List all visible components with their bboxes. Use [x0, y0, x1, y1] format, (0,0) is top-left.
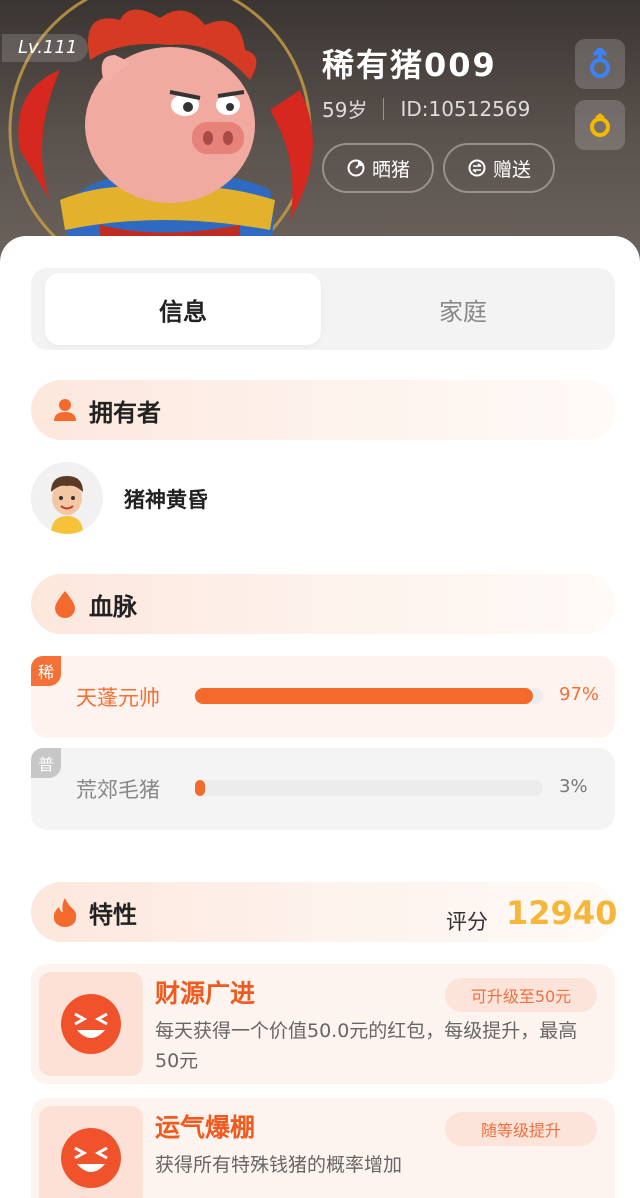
- tab-bar: 信息 家庭: [31, 268, 615, 350]
- tab-family[interactable]: 家庭: [325, 273, 601, 345]
- bloodline-progress-fill: [195, 688, 533, 704]
- divider: [383, 97, 385, 120]
- pig-name: 稀有猪009: [322, 46, 497, 84]
- show-pig-label: 晒猪: [371, 158, 410, 181]
- trait-name: 财源广进: [155, 979, 256, 1008]
- bloodline-progress: [195, 688, 543, 704]
- owner-avatar[interactable]: [31, 462, 103, 534]
- bloodline-section-header: 血脉: [31, 574, 615, 634]
- show-pig-button[interactable]: 晒猪: [322, 143, 434, 193]
- trait-description: 获得所有特殊钱猪的概率增加: [155, 1154, 403, 1176]
- bloodline-percent: 97%: [559, 684, 600, 705]
- trait-description: 每天获得一个价值50.0元的红包，每级提升，最高50元: [155, 1020, 578, 1072]
- bloodline-progress: [195, 780, 543, 796]
- pig-id: ID:10512569: [400, 96, 531, 121]
- gift-button[interactable]: 赠送: [443, 143, 555, 193]
- owner-section-header: 拥有者: [31, 380, 615, 440]
- laughing-face-icon: [61, 994, 121, 1054]
- traits-section-title: 特性: [89, 900, 137, 929]
- pig-age: 59岁: [322, 98, 368, 122]
- owner-name[interactable]: 猪神黄昏: [124, 484, 208, 514]
- ring-icon: [590, 113, 610, 137]
- rarity-tag: 稀: [31, 656, 61, 686]
- pig-detail-sheet: 信息 家庭 拥有者 猪神黄昏 血脉 稀 天蓬元帅 97% 普 荒郊毛猪 3% 特…: [0, 236, 640, 1198]
- owner-section-title: 拥有者: [89, 398, 161, 427]
- score-value: 12940: [506, 894, 618, 932]
- bloodline-percent: 3%: [559, 776, 588, 797]
- person-icon: [51, 396, 79, 424]
- gender-button[interactable]: [575, 39, 625, 89]
- trait-card[interactable]: 财源广进 可升级至50元 每天获得一个价值50.0元的红包，每级提升，最高50元: [31, 964, 615, 1084]
- laughing-face-icon: [61, 1128, 121, 1188]
- pig-meta: 59岁 ID:10512569: [322, 94, 530, 123]
- drop-icon: [51, 590, 79, 618]
- gift-label: 赠送: [492, 158, 531, 181]
- pig-header: Lv.111 稀有猪009 59岁 ID:10512569 晒猪 赠送: [0, 0, 640, 260]
- score-label: 评分: [446, 910, 488, 934]
- trait-badge: 随等级提升: [445, 1112, 597, 1146]
- trait-thumbnail: [39, 1106, 143, 1198]
- avatar-image: [31, 462, 103, 534]
- fire-icon: [51, 898, 79, 927]
- trait-name: 运气爆棚: [155, 1113, 256, 1142]
- trait-thumbnail: [39, 972, 143, 1076]
- bloodline-name: 天蓬元帅: [76, 686, 160, 710]
- male-symbol-icon: [590, 48, 610, 78]
- trait-badge: 可升级至50元: [445, 978, 597, 1012]
- rarity-tag: 普: [31, 748, 61, 778]
- bloodline-item: 稀 天蓬元帅 97%: [31, 656, 615, 738]
- bloodline-item: 普 荒郊毛猪 3%: [31, 748, 615, 830]
- level-badge: Lv.111: [2, 34, 88, 62]
- bloodline-progress-fill: [195, 780, 206, 796]
- share-icon: [347, 159, 365, 177]
- bloodline-name: 荒郊毛猪: [76, 778, 160, 802]
- bloodline-section-title: 血脉: [89, 592, 137, 621]
- transfer-icon: [468, 159, 486, 177]
- ring-button[interactable]: [575, 100, 625, 150]
- trait-card[interactable]: 运气爆棚 随等级提升 获得所有特殊钱猪的概率增加: [31, 1098, 615, 1198]
- tab-info[interactable]: 信息: [45, 273, 321, 345]
